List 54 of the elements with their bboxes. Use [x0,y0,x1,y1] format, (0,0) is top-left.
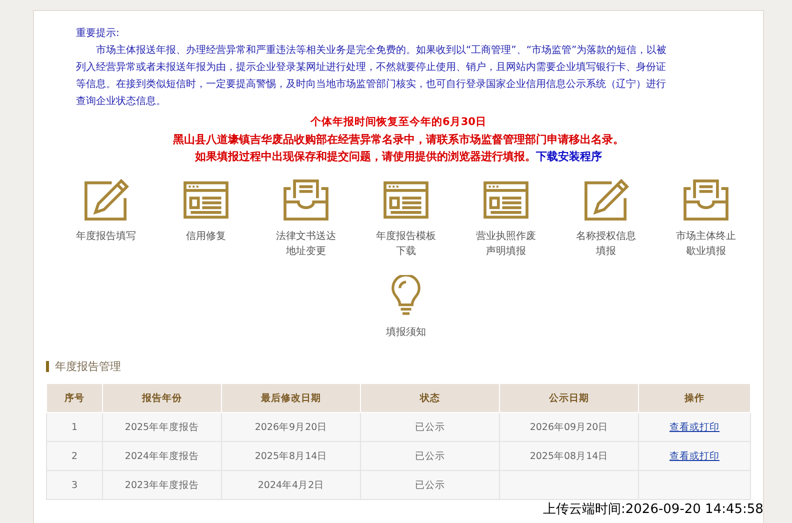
service-label[interactable]: 填报须知 [374,325,438,340]
table-cell: 2024年4月2日 [222,470,360,500]
service-label[interactable]: 年度报告填写 [74,229,138,244]
inbox-icon [283,179,329,221]
table-cell: 2024年年度报告 [102,442,222,470]
service-label[interactable]: 法律文书送达地址变更 [274,229,338,259]
service-item[interactable]: 市场主体终止歇业填报 [656,179,756,275]
upload-time-caption: 上传云端时间:2026-09-20 14:45:58 [543,501,764,518]
abnormal-list-notice: 黑山县八道壕镇吉华废品收购部在经营异常名录中，请联系市场监督管理部门申请移出名录。 [172,132,625,148]
table-cell: 已公示 [360,412,500,442]
table-cell: 2026年9月20日 [222,412,360,442]
service-item[interactable]: 营业执照作废声明填报 [456,179,556,275]
pencil-icon [583,179,629,221]
column-header: 公示日期 [500,384,638,412]
window-icon [383,179,429,221]
section-title: 年度报告管理 [55,359,121,374]
service-label[interactable]: 名称授权信息填报 [574,229,638,259]
view-print-link[interactable]: 查看或打印 [670,450,720,462]
service-label[interactable]: 营业执照作废声明填报 [474,229,538,259]
view-print-link[interactable]: 查看或打印 [670,422,720,432]
table-cell: 3 [46,470,102,500]
table-cell: 1 [46,412,102,442]
service-label[interactable]: 年度报告模板下载 [374,229,438,259]
service-item[interactable]: 填报须知 [356,275,456,349]
section-marker [46,361,49,372]
notice-text: 市场主体报送年报、办理经营异常和严重违法等相关业务是完全免费的。如果收到以“工商管理”、“市场监管”为落款的短信，以被列入经营异常或者未报送年报为由，提示企业登录某网址进行处理，不然就要停止使用、销户，且网站内需要企业填写银行卡、身份证等信息。在接到类似短信时，一定要提高警惕，及时向当地市场监管部门核实，也可自行登录国家企业信用信息公示系统（辽宁）进行查询企业状态信息。 [76,44,668,109]
service-item[interactable]: 法律文书送达地址变更 [256,179,356,275]
browser-notice: 如果填报过程中出现保存和提交问题，请使用提供的浏览器进行填报。 [195,150,536,163]
table-cell: 2025年8月14日 [222,442,360,470]
column-header: 序号 [46,384,102,412]
table-cell: 2025年08月14日 [500,442,638,470]
pencil-icon [83,179,129,221]
column-header: 最后修改日期 [222,384,360,412]
table-cell: 2023年年度报告 [102,470,222,500]
service-item[interactable]: 名称授权信息填报 [556,179,656,275]
service-label[interactable]: 市场主体终止歇业填报 [674,229,738,259]
table-cell: 已公示 [360,470,500,500]
column-header: 操作 [638,384,750,412]
download-link[interactable]: 下载安装程序 [536,150,602,163]
table-cell: 2 [46,442,102,470]
window-icon [483,179,529,221]
notice-heading: 重要提示: [76,26,120,41]
inbox-icon [683,179,729,221]
table-cell: 2026年09月20日 [500,412,638,442]
table-cell: 2025年年度报告 [102,412,222,442]
service-label[interactable]: 信用修复 [174,229,238,244]
service-item[interactable]: 年度报告填写 [56,179,156,275]
service-item[interactable]: 信用修复 [156,179,256,275]
deadline-notice: 个体年报时间恢复至今年的6月30日 [309,115,488,130]
column-header: 状态 [360,384,500,412]
table-cell: 已公示 [360,442,500,470]
service-item[interactable]: 年度报告模板下载 [356,179,456,275]
window-icon [183,179,229,221]
column-header: 报告年份 [102,384,222,412]
